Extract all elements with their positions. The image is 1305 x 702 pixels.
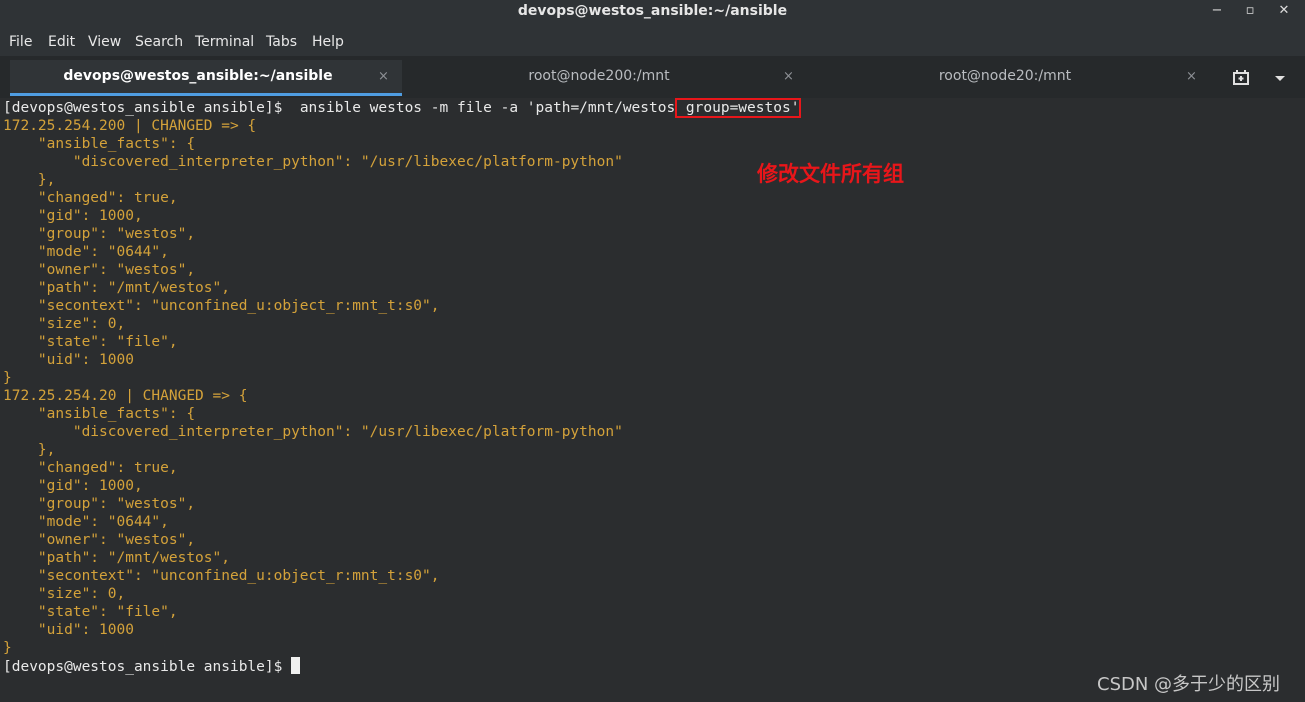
output-line: "ansible_facts": { [3, 406, 196, 422]
tab-label: devops@westos_ansible:~/ansible [63, 68, 333, 84]
output-line: "mode": "0644", [3, 514, 169, 530]
output-line: "gid": 1000, [3, 478, 143, 494]
maximize-button[interactable]: ▫ [1241, 3, 1259, 19]
menu-help[interactable]: Help [312, 34, 344, 50]
menu-terminal[interactable]: Terminal [195, 34, 254, 50]
output-line: "discovered_interpreter_python": "/usr/l… [3, 154, 623, 170]
output-line: 172.25.254.20 | CHANGED => { [3, 388, 248, 404]
output-line: 172.25.254.200 | CHANGED => { [3, 118, 257, 134]
output-line: "changed": true, [3, 190, 178, 206]
tab-devops-ansible[interactable]: devops@westos_ansible:~/ansible × [10, 60, 402, 96]
terminal-area[interactable]: [devops@westos_ansible ansible]$ ansible… [0, 98, 1305, 702]
tab-node20[interactable]: root@node20:/mnt × [806, 60, 1206, 96]
command-line: [devops@westos_ansible ansible]$ ansible… [3, 98, 802, 118]
output-line: } [3, 370, 12, 386]
menu-search[interactable]: Search [135, 34, 183, 50]
menu-edit[interactable]: Edit [48, 34, 75, 50]
window-titlebar: devops@westos_ansible:~/ansible − ▫ ✕ [0, 0, 1305, 30]
menu-tabs[interactable]: Tabs [266, 34, 297, 50]
shell-prompt: [devops@westos_ansible ansible]$ [3, 659, 292, 675]
menu-view[interactable]: View [88, 34, 121, 50]
watermark: CSDN @多于少的区别 [1097, 674, 1281, 695]
output-line: "owner": "westos", [3, 262, 196, 278]
output-line: "size": 0, [3, 316, 126, 332]
tab-bar: devops@westos_ansible:~/ansible × root@n… [0, 56, 1305, 99]
shell-prompt: [devops@westos_ansible ansible]$ [3, 100, 292, 116]
output-line: "uid": 1000 [3, 352, 134, 368]
tab-label: root@node20:/mnt [938, 68, 1072, 84]
close-window-button[interactable]: ✕ [1275, 3, 1293, 19]
output-line: "changed": true, [3, 460, 178, 476]
output-line: "path": "/mnt/westos", [3, 550, 230, 566]
output-line: "gid": 1000, [3, 208, 143, 224]
output-line: "owner": "westos", [3, 532, 196, 548]
tab-node200[interactable]: root@node200:/mnt × [404, 60, 804, 96]
output-line: "secontext": "unconfined_u:object_r:mnt_… [3, 568, 440, 584]
tab-close-icon[interactable]: × [1186, 69, 1197, 84]
command-text: ansible westos -m file -a 'path=/mnt/wes… [291, 100, 676, 116]
new-tab-icon[interactable] [1226, 68, 1258, 88]
tab-label: root@node200:/mnt [528, 68, 670, 84]
output-line: "path": "/mnt/westos", [3, 280, 230, 296]
window-title: devops@westos_ansible:~/ansible [517, 3, 788, 19]
menu-file[interactable]: File [9, 34, 32, 50]
output-line: "secontext": "unconfined_u:object_r:mnt_… [3, 298, 440, 314]
tab-close-icon[interactable]: × [378, 69, 389, 84]
menu-bar: File Edit View Search Terminal Tabs Help [0, 30, 1305, 56]
output-line: "group": "westos", [3, 496, 196, 512]
output-line: "state": "file", [3, 334, 178, 350]
output-line: }, [3, 442, 56, 458]
tab-menu-chevron-down-icon[interactable] [1272, 70, 1288, 86]
output-line: "size": 0, [3, 586, 126, 602]
output-line: }, [3, 172, 56, 188]
annotation-label: 修改文件所有组 [757, 162, 904, 186]
output-line: "uid": 1000 [3, 622, 134, 638]
final-prompt-line: [devops@westos_ansible ansible]$ [3, 657, 301, 676]
highlighted-group-arg: group=westos' [675, 98, 802, 118]
tab-close-icon[interactable]: × [783, 69, 794, 84]
output-line: "mode": "0644", [3, 244, 169, 260]
text-cursor [291, 657, 301, 674]
minimize-button[interactable]: − [1208, 3, 1226, 19]
output-line: } [3, 640, 12, 656]
output-line: "state": "file", [3, 604, 178, 620]
output-line: "discovered_interpreter_python": "/usr/l… [3, 424, 623, 440]
output-line: "ansible_facts": { [3, 136, 196, 152]
output-line: "group": "westos", [3, 226, 196, 242]
